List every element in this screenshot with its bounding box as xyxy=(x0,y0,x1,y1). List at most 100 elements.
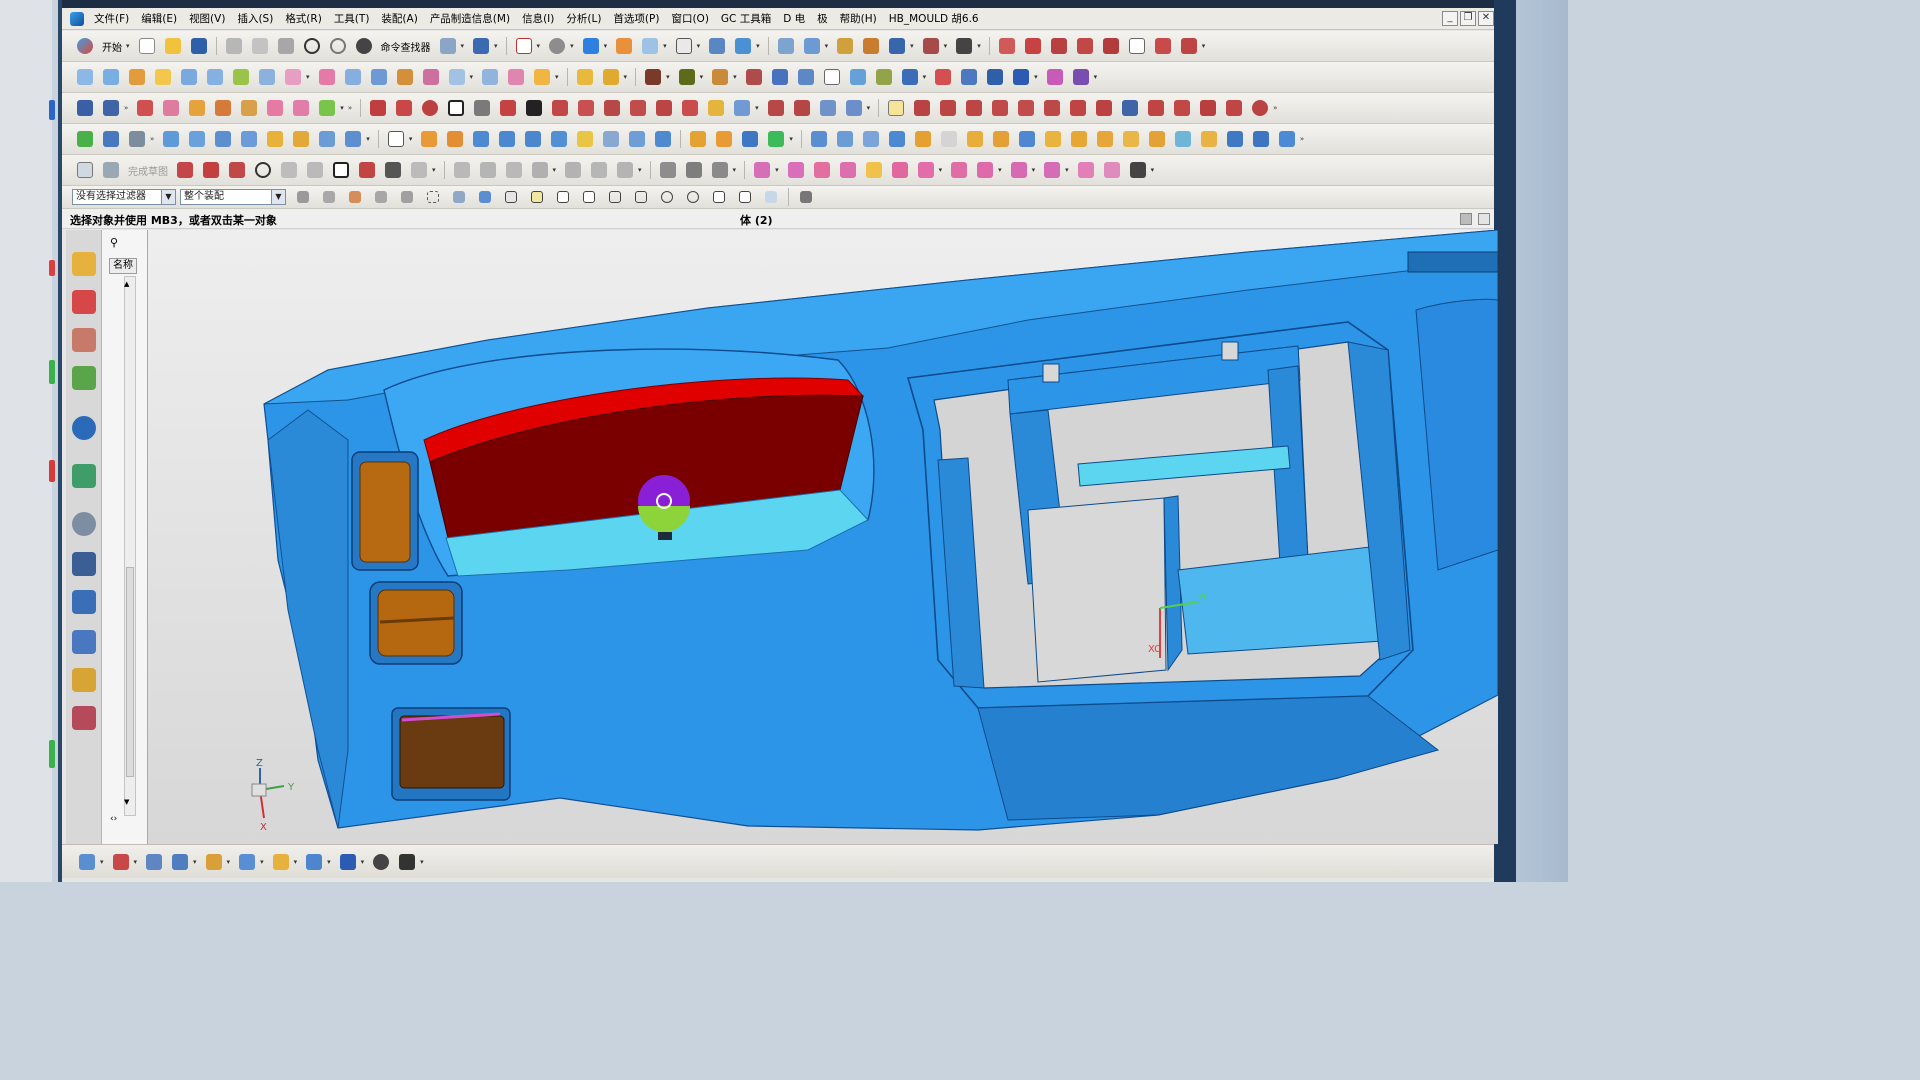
measure-icon[interactable] xyxy=(775,35,797,57)
menu-file[interactable]: 文件(F) xyxy=(88,8,135,30)
sphere-icon[interactable] xyxy=(470,128,492,150)
menu-view[interactable]: 视图(V) xyxy=(183,8,231,30)
web-browser-icon[interactable] xyxy=(72,464,96,488)
snap-control-icon[interactable] xyxy=(552,186,574,208)
reuse-library-icon[interactable] xyxy=(72,366,96,390)
paste-face-icon[interactable] xyxy=(990,128,1012,150)
alternate-solution-icon[interactable] xyxy=(709,159,731,181)
wave-icon[interactable] xyxy=(1067,97,1089,119)
bridge-curve-icon[interactable] xyxy=(1074,35,1096,57)
optimize-face-icon[interactable] xyxy=(1250,128,1272,150)
patch-icon[interactable] xyxy=(479,66,501,88)
background-icon[interactable] xyxy=(673,35,695,57)
curve-on-surface-icon[interactable] xyxy=(575,97,597,119)
pad-icon[interactable] xyxy=(264,128,286,150)
layout-icon[interactable] xyxy=(169,851,191,873)
graphics-window[interactable]: YC XC Z Y X xyxy=(148,230,1498,844)
layer-settings-icon[interactable] xyxy=(709,66,731,88)
spline-icon[interactable] xyxy=(1152,35,1174,57)
pattern-face-icon[interactable] xyxy=(886,128,908,150)
styled-blend-icon[interactable] xyxy=(368,66,390,88)
view-left-icon[interactable] xyxy=(863,159,885,181)
intersect-icon[interactable] xyxy=(1048,35,1070,57)
display-icon[interactable] xyxy=(316,97,338,119)
paste-icon[interactable] xyxy=(275,35,297,57)
rib-icon[interactable] xyxy=(290,128,312,150)
wrap-icon[interactable] xyxy=(765,97,787,119)
isoparametric-icon[interactable] xyxy=(731,97,753,119)
edge-icon[interactable] xyxy=(613,35,635,57)
chevron-down-icon[interactable]: ▼ xyxy=(161,190,175,204)
quick-extend-icon[interactable] xyxy=(477,159,499,181)
snap-existing-point-icon[interactable] xyxy=(708,186,730,208)
close-button[interactable]: ✕ xyxy=(1478,11,1494,26)
scroll-up-icon[interactable]: ▲ xyxy=(124,280,129,288)
angular-dimension-icon[interactable] xyxy=(1094,128,1116,150)
menu-analysis[interactable]: 分析(L) xyxy=(560,8,607,30)
split-curve-icon[interactable] xyxy=(843,97,865,119)
section-surface-icon[interactable] xyxy=(420,66,442,88)
note-icon[interactable] xyxy=(370,851,392,873)
sketch-chamfer-icon[interactable] xyxy=(304,159,326,181)
save-icon[interactable] xyxy=(188,35,210,57)
scale-curve-icon[interactable] xyxy=(817,97,839,119)
render-icon[interactable] xyxy=(236,851,258,873)
view-cube-icon[interactable] xyxy=(751,159,773,181)
unite-icon[interactable] xyxy=(574,66,596,88)
show-hide-icon[interactable] xyxy=(743,66,765,88)
edit-object-icon[interactable] xyxy=(821,66,843,88)
view-back-icon[interactable] xyxy=(915,159,937,181)
cut-icon[interactable] xyxy=(223,35,245,57)
extract-curve-icon[interactable] xyxy=(705,97,727,119)
sheet-list-icon[interactable] xyxy=(795,186,817,208)
page-icon[interactable] xyxy=(1126,35,1148,57)
copy-face-icon[interactable] xyxy=(938,128,960,150)
view-front-icon[interactable] xyxy=(785,159,807,181)
dashboard-model[interactable]: YC XC Z Y X xyxy=(148,230,1498,844)
information-icon[interactable] xyxy=(470,35,492,57)
sketch-task-icon[interactable] xyxy=(74,159,96,181)
axis-icon[interactable] xyxy=(920,35,942,57)
corner-icon[interactable] xyxy=(1197,97,1219,119)
text-icon[interactable] xyxy=(1010,66,1032,88)
bounded-plane-icon[interactable] xyxy=(230,66,252,88)
assembly-icon[interactable] xyxy=(706,35,728,57)
through-curves-icon[interactable] xyxy=(74,66,96,88)
trim-body-icon[interactable] xyxy=(505,66,527,88)
start-icon[interactable] xyxy=(74,35,96,57)
arc-icon[interactable] xyxy=(393,97,415,119)
view-layout-icon[interactable] xyxy=(958,66,980,88)
name-column-header[interactable]: 名称 xyxy=(109,258,137,274)
draft-icon[interactable] xyxy=(574,128,596,150)
scale-body-icon[interactable] xyxy=(626,128,648,150)
offset-face-icon[interactable] xyxy=(600,128,622,150)
layer-stack-icon[interactable] xyxy=(270,851,292,873)
extension-icon[interactable] xyxy=(282,66,304,88)
edge-display-icon[interactable] xyxy=(1101,159,1123,181)
edge-blend-icon[interactable] xyxy=(496,128,518,150)
snap-arc-center-icon[interactable] xyxy=(604,186,626,208)
trimmed-sheet-icon[interactable] xyxy=(256,66,278,88)
snap-tangent-icon[interactable] xyxy=(630,186,652,208)
show-constraints-icon[interactable] xyxy=(657,159,679,181)
snap-on-face-icon[interactable] xyxy=(760,186,782,208)
text-a-icon[interactable] xyxy=(523,97,545,119)
block-icon[interactable] xyxy=(385,128,407,150)
scroll-left-right-icon[interactable]: ‹› xyxy=(110,814,117,824)
trim-icon[interactable] xyxy=(1022,35,1044,57)
face-blend-icon[interactable] xyxy=(342,66,364,88)
menu-preferences[interactable]: 首选项(P) xyxy=(607,8,665,30)
navigator-scrollbar[interactable] xyxy=(124,276,136,816)
snap-quadrant-icon[interactable] xyxy=(656,186,678,208)
menu-format[interactable]: 格式(R) xyxy=(279,8,328,30)
manufacturing-wizard-icon[interactable] xyxy=(72,630,96,654)
menu-insert[interactable]: 插入(S) xyxy=(231,8,279,30)
fillet-curve-icon[interactable] xyxy=(1100,35,1122,57)
split-body-icon[interactable] xyxy=(652,128,674,150)
revolve-icon[interactable] xyxy=(186,128,208,150)
parallel-icon[interactable] xyxy=(963,97,985,119)
angle-icon[interactable] xyxy=(1015,97,1037,119)
menu-ji[interactable]: 极 xyxy=(811,8,834,30)
select-component-icon[interactable] xyxy=(474,186,496,208)
menu-help[interactable]: 帮助(H) xyxy=(834,8,883,30)
